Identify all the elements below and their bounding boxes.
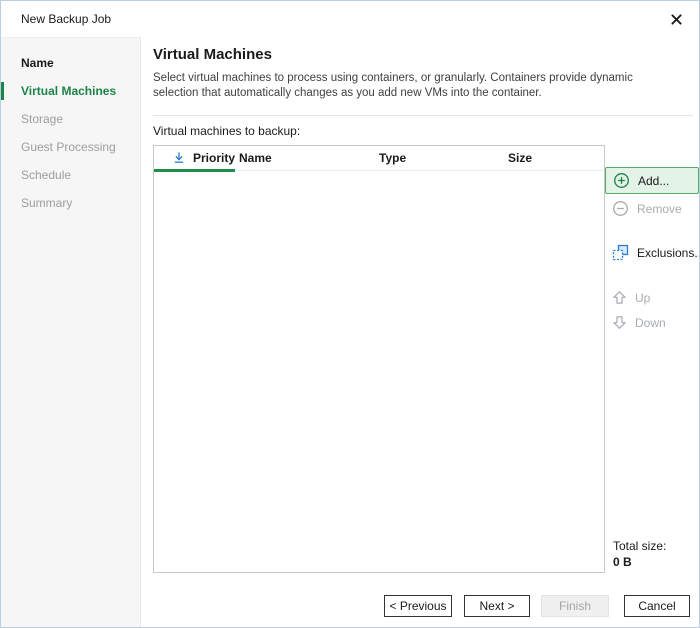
total-size-value: 0 B	[613, 555, 632, 569]
step-label: Summary	[21, 196, 72, 210]
column-header-priority[interactable]: Priority	[154, 146, 235, 170]
sort-descending-icon	[172, 151, 186, 165]
remove-minus-icon	[612, 200, 629, 217]
up-arrow-icon	[612, 290, 627, 305]
column-header-name[interactable]: Name	[235, 146, 375, 170]
add-plus-icon	[613, 172, 630, 189]
step-label: Guest Processing	[21, 140, 116, 154]
vm-table: Priority Name Type Size	[153, 145, 605, 573]
sidebar-item-guest-processing[interactable]: Guest Processing	[1, 133, 140, 161]
page-title: Virtual Machines	[153, 46, 272, 63]
sidebar-item-name[interactable]: Name	[1, 49, 140, 77]
main-panel: Virtual Machines Select virtual machines…	[141, 37, 699, 628]
close-icon[interactable]	[665, 8, 687, 30]
wizard-steps-sidebar: Name Virtual Machines Storage Guest Proc…	[1, 37, 141, 628]
exclusions-button-label: Exclusions...	[637, 246, 700, 260]
up-button-label: Up	[635, 291, 650, 305]
column-label-size: Size	[508, 151, 532, 165]
column-label-priority: Priority	[193, 151, 235, 165]
column-label-name: Name	[239, 151, 272, 165]
vm-table-header: Priority Name Type Size	[154, 146, 604, 171]
vm-list-label: Virtual machines to backup:	[153, 124, 300, 138]
exclusions-button[interactable]: Exclusions...	[605, 239, 700, 266]
step-label: Virtual Machines	[21, 84, 116, 98]
window-title: New Backup Job	[21, 12, 111, 26]
next-button[interactable]: Next >	[464, 595, 530, 617]
title-bar: New Backup Job	[1, 1, 699, 37]
step-label: Storage	[21, 112, 63, 126]
step-label: Schedule	[21, 168, 71, 182]
remove-button[interactable]: Remove	[605, 195, 689, 222]
sidebar-item-summary[interactable]: Summary	[1, 189, 140, 217]
total-size-label: Total size:	[613, 539, 666, 553]
remove-button-label: Remove	[637, 202, 682, 216]
previous-button[interactable]: < Previous	[384, 595, 452, 617]
column-header-type[interactable]: Type	[375, 146, 504, 170]
move-up-button[interactable]: Up	[605, 284, 657, 311]
exclusions-icon	[612, 244, 629, 261]
sidebar-item-schedule[interactable]: Schedule	[1, 161, 140, 189]
vm-table-body-empty	[154, 171, 604, 571]
move-down-button[interactable]: Down	[605, 309, 673, 336]
finish-button[interactable]: Finish	[541, 595, 609, 617]
active-step-indicator	[1, 82, 4, 100]
add-button-label: Add...	[638, 174, 669, 188]
column-label-type: Type	[379, 151, 406, 165]
column-header-size[interactable]: Size	[504, 146, 604, 170]
page-description: Select virtual machines to process using…	[153, 71, 677, 101]
down-button-label: Down	[635, 316, 666, 330]
step-label: Name	[21, 56, 54, 70]
cancel-button[interactable]: Cancel	[624, 595, 690, 617]
down-arrow-icon	[612, 315, 627, 330]
sidebar-item-virtual-machines[interactable]: Virtual Machines	[1, 77, 140, 105]
sidebar-item-storage[interactable]: Storage	[1, 105, 140, 133]
new-backup-job-dialog: New Backup Job Name Virtual Machines Sto…	[0, 0, 700, 628]
section-divider	[153, 115, 693, 116]
add-button[interactable]: Add...	[605, 167, 699, 194]
sorted-column-indicator	[154, 169, 235, 172]
